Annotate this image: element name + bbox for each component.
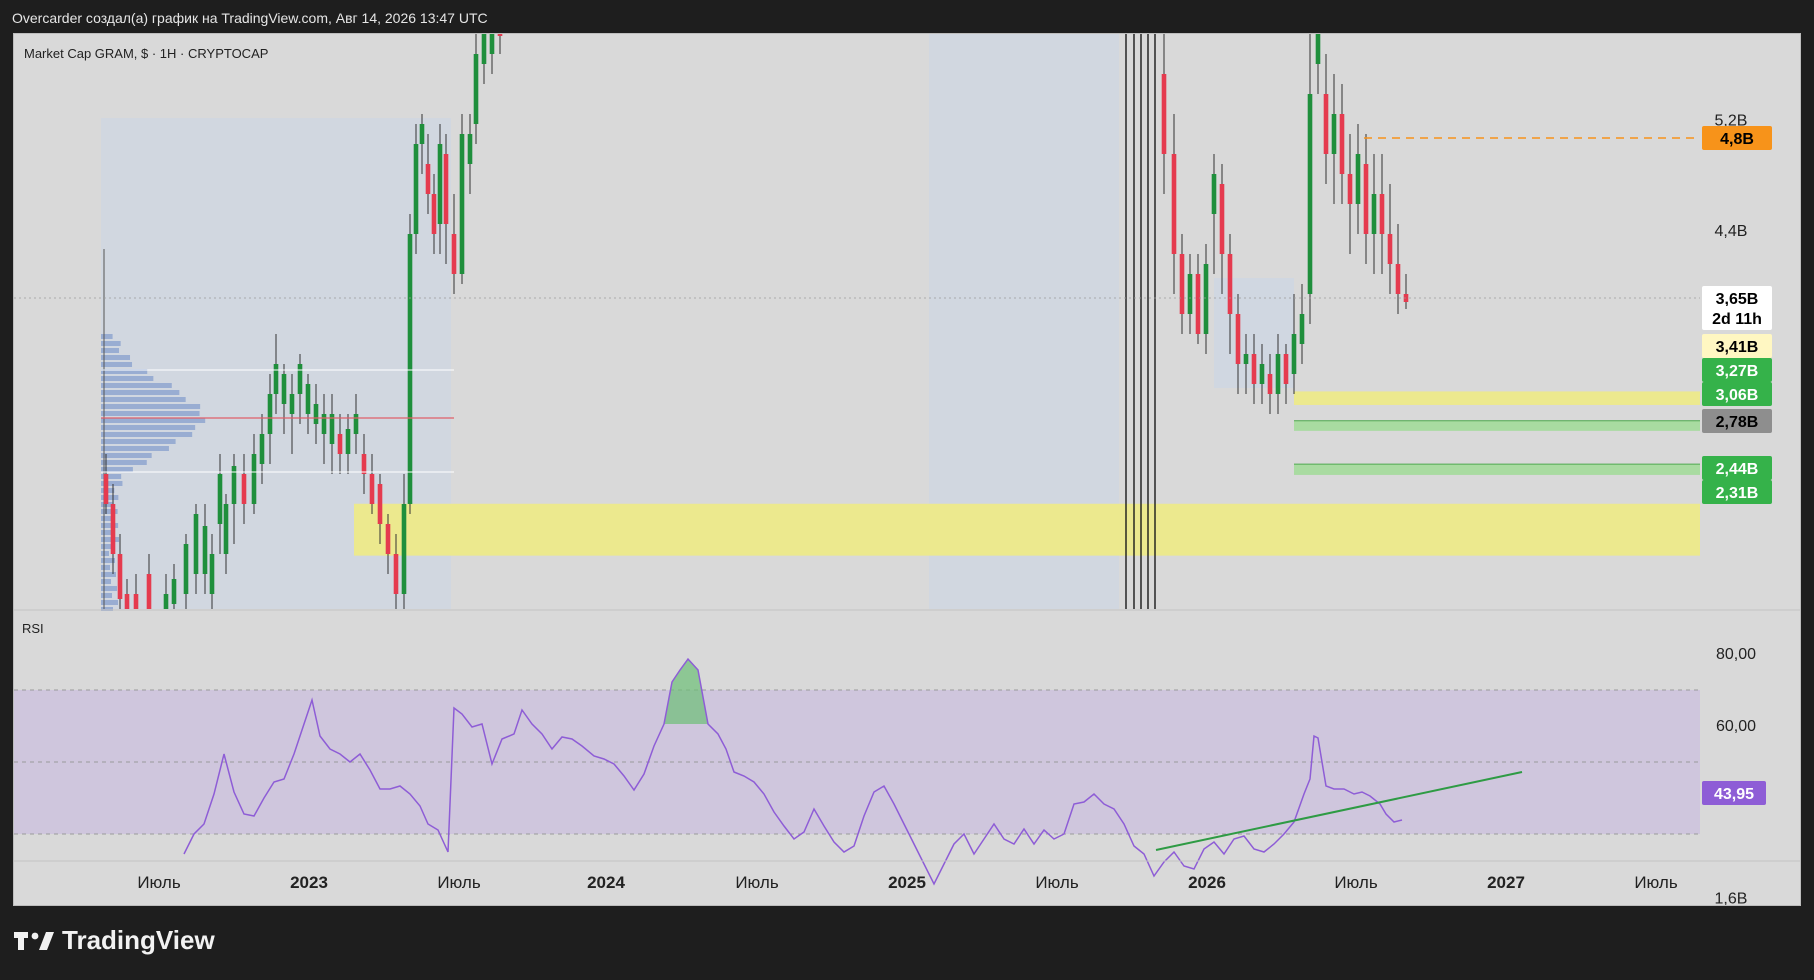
zone-4 <box>1294 464 1700 475</box>
chart-caption: Overcarder создал(а) график на TradingVi… <box>12 10 488 26</box>
svg-text:4,8B: 4,8B <box>1720 131 1754 148</box>
svg-text:3,41B: 3,41B <box>1716 339 1759 356</box>
svg-text:3,27B: 3,27B <box>1716 363 1759 380</box>
x-label: Июль <box>1035 873 1079 892</box>
svg-text:2,44B: 2,44B <box>1716 461 1759 478</box>
x-axis: Июль 2023 Июль 2024 Июль 2025 Июль 2026 Июль 2027… <box>137 873 1678 892</box>
svg-text:43,95: 43,95 <box>1714 786 1754 803</box>
svg-text:3,06B: 3,06B <box>1716 387 1759 404</box>
tradingview-brand[interactable]: TradingView <box>14 925 215 956</box>
price-label: 3,41B <box>1702 334 1772 358</box>
rsi-last-label: 43,95 <box>1702 781 1766 805</box>
price-label: 3,27B <box>1702 358 1772 382</box>
x-label: 2023 <box>290 873 328 892</box>
svg-text:2d 11h: 2d 11h <box>1712 311 1762 328</box>
tradingview-logo-icon <box>14 930 54 952</box>
x-label: 2026 <box>1188 873 1226 892</box>
x-label: Июль <box>437 873 481 892</box>
svg-text:3,65B: 3,65B <box>1716 291 1759 308</box>
chart-svg[interactable]: Market Cap GRAM, $ · 1H · CRYPTOCAP 5,2B… <box>14 34 1800 905</box>
price-label: 3,06B <box>1702 382 1772 406</box>
x-label: Июль <box>137 873 181 892</box>
zone-0 <box>354 503 1700 556</box>
price-tick: 1,6B <box>1715 890 1748 905</box>
price-label: 2d 11h <box>1702 306 1772 330</box>
x-label: Июль <box>735 873 779 892</box>
x-label: 2027 <box>1487 873 1525 892</box>
tradingview-wordmark: TradingView <box>62 925 215 955</box>
price-label: 2,44B <box>1702 456 1772 480</box>
svg-text:2,78B: 2,78B <box>1716 414 1759 431</box>
chart-panel[interactable]: Market Cap GRAM, $ · 1H · CRYPTOCAP 5,2B… <box>13 33 1801 906</box>
x-label: 2024 <box>587 873 625 892</box>
x-label: Июль <box>1634 873 1678 892</box>
price-label: 4,8B <box>1702 126 1772 150</box>
svg-text:2,31B: 2,31B <box>1716 485 1759 502</box>
zone-3 <box>1294 420 1700 431</box>
rsi-title: RSI <box>22 621 44 636</box>
x-label: Июль <box>1334 873 1378 892</box>
zone-2 <box>1294 391 1700 405</box>
price-label: 2,78B <box>1702 409 1772 433</box>
rsi-tick: 60,00 <box>1716 718 1756 735</box>
price-tick: 4,4B <box>1715 223 1748 240</box>
price-label: 2,31B <box>1702 480 1772 504</box>
rsi-tick: 80,00 <box>1716 646 1756 663</box>
symbol-title: Market Cap GRAM, $ · 1H · CRYPTOCAP <box>24 46 268 61</box>
x-label: 2025 <box>888 873 926 892</box>
